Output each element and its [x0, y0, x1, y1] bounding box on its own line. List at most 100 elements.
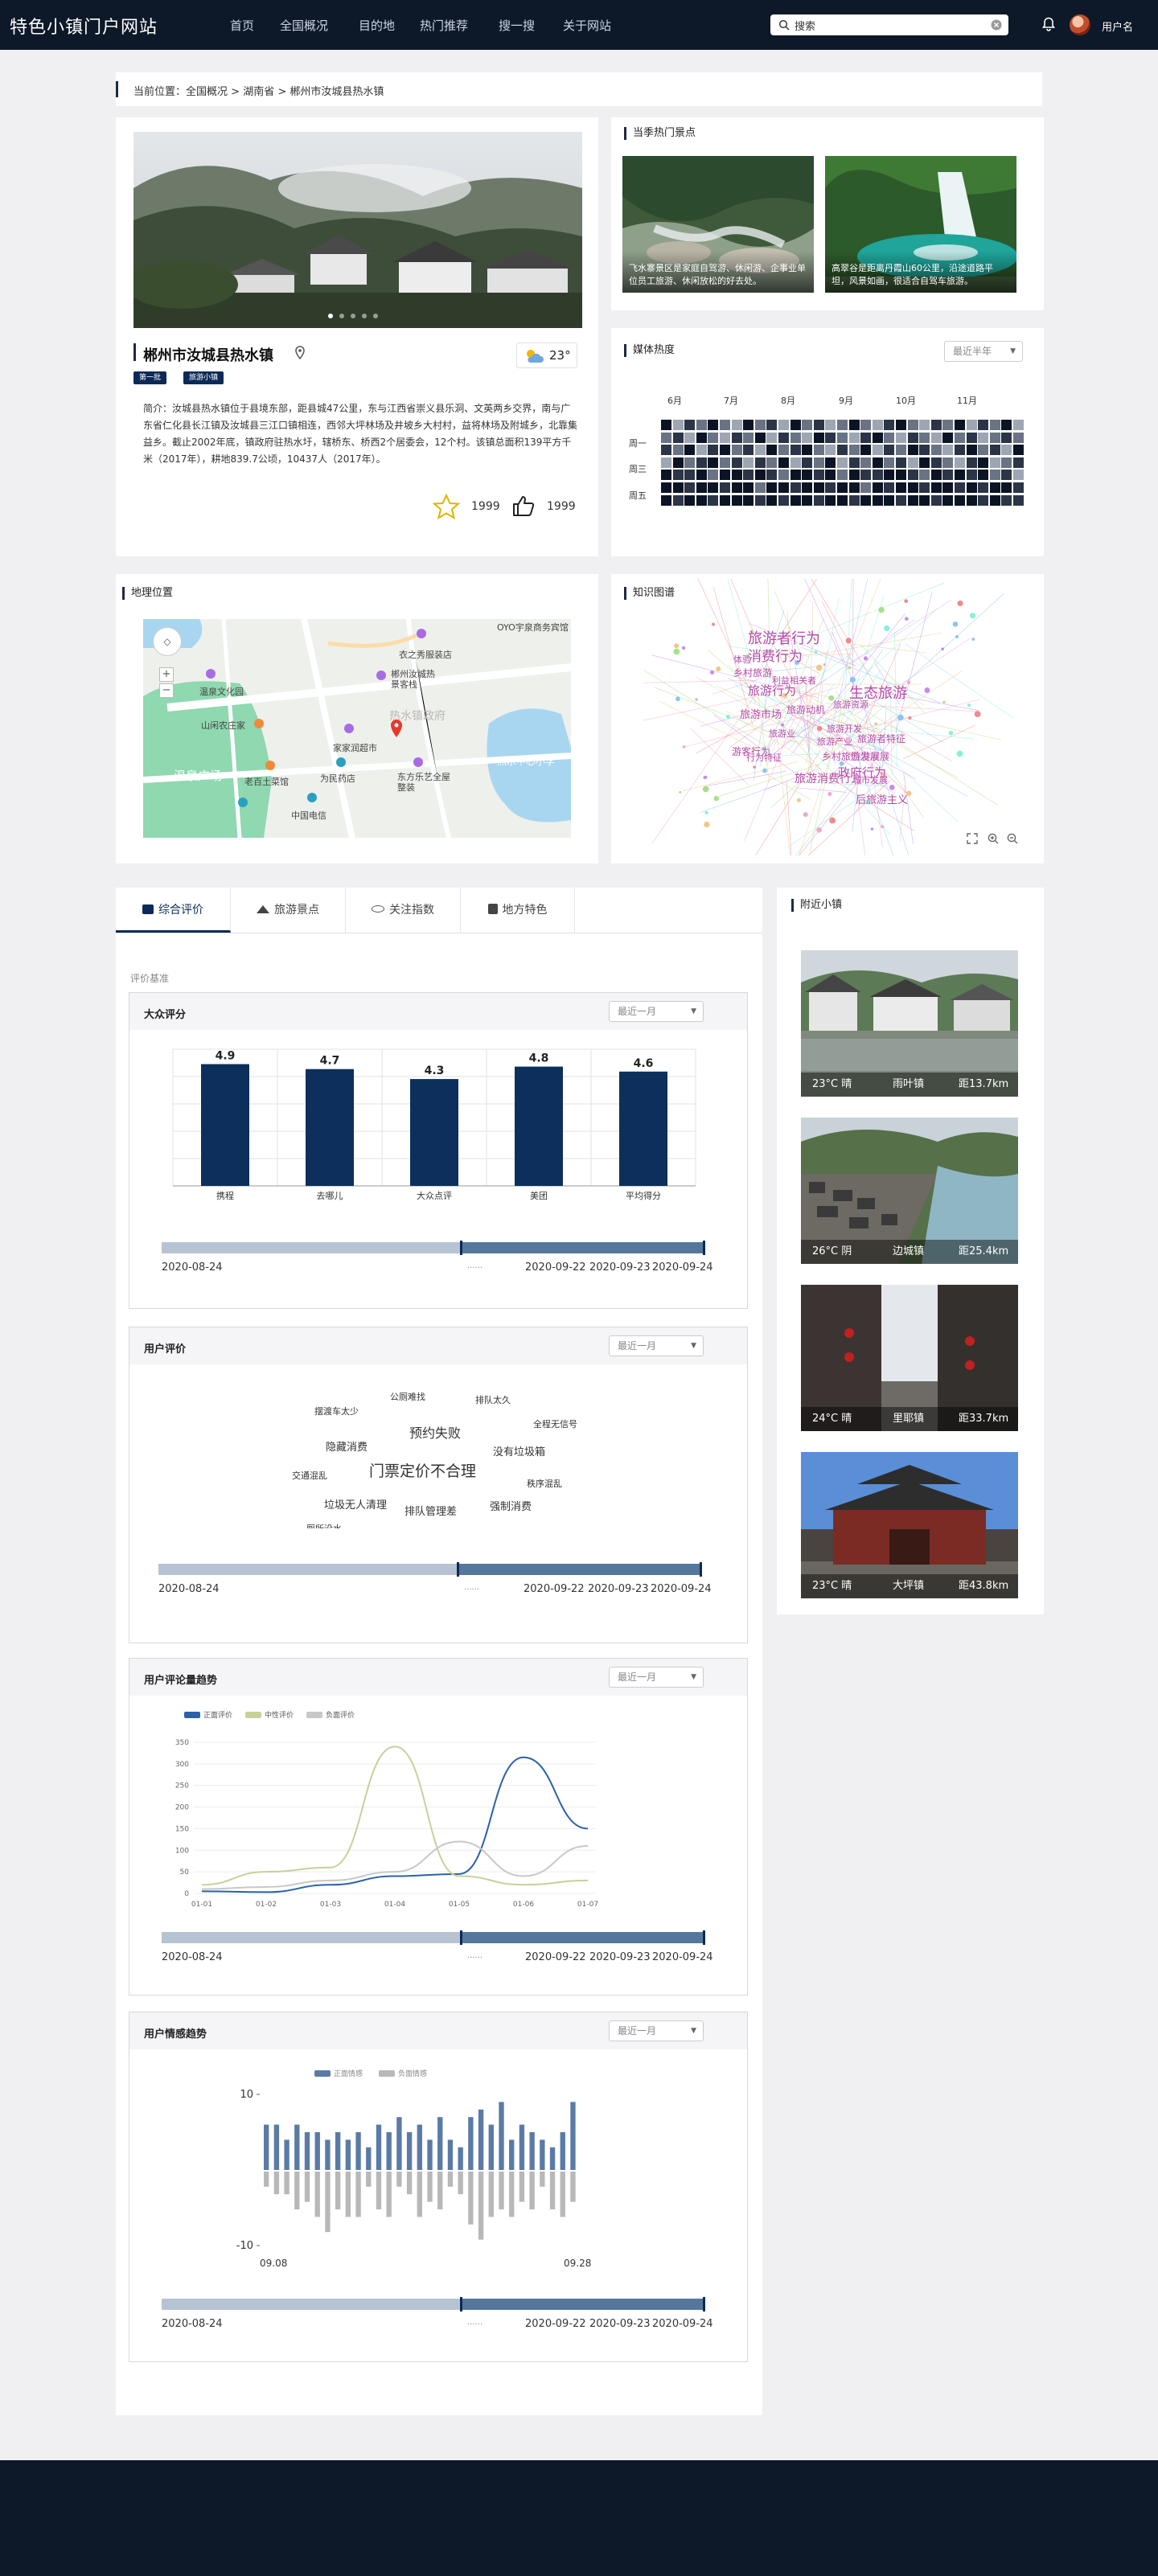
range-select[interactable]: 最近一月 ▼ — [609, 1335, 704, 1356]
tab-local[interactable]: 地方特色 — [461, 888, 575, 933]
heat-cell[interactable] — [661, 457, 671, 468]
heat-cell[interactable] — [696, 470, 707, 481]
heat-cell[interactable] — [978, 420, 989, 430]
hot-spot-card[interactable]: 高翠谷是距离丹霞山60公里，沿途道路平坦，风景如画，很适合自驾车旅游。 — [825, 156, 1016, 293]
user-name[interactable]: 用户名 — [1102, 18, 1133, 34]
heat-cell[interactable] — [708, 445, 719, 456]
word-cloud-term[interactable]: 隐藏消费 — [326, 1438, 368, 1454]
heat-cell[interactable] — [731, 420, 742, 430]
graph-term[interactable]: 利益相关者 — [772, 674, 816, 687]
heat-cell[interactable] — [778, 494, 789, 506]
heat-cell[interactable] — [848, 470, 860, 481]
breadcrumb-item[interactable]: 湖南省 — [243, 86, 274, 98]
slider-handle-left[interactable] — [459, 1930, 462, 1945]
heat-cell[interactable] — [1013, 445, 1024, 456]
heat-cell[interactable] — [966, 494, 977, 506]
heat-cell[interactable] — [813, 445, 824, 456]
heat-cell[interactable] — [884, 432, 895, 443]
heat-cell[interactable] — [790, 494, 801, 506]
heat-cell[interactable] — [896, 494, 906, 506]
word-cloud-term[interactable]: 排队管理差 — [404, 1503, 457, 1518]
heat-cell[interactable] — [872, 445, 883, 456]
graph-term[interactable]: 旅游者特征 — [857, 732, 905, 745]
heat-cell[interactable] — [884, 420, 895, 430]
heat-cell[interactable] — [872, 482, 883, 493]
range-select[interactable]: 最近一月 ▼ — [609, 2020, 704, 2041]
heat-cell[interactable] — [966, 457, 977, 468]
tab-overall[interactable]: 综合评价 — [116, 888, 231, 933]
heat-cell[interactable] — [955, 420, 965, 430]
heat-cell[interactable] — [860, 457, 872, 468]
heat-cell[interactable] — [754, 445, 766, 456]
heat-cell[interactable] — [661, 432, 671, 443]
nearby-town-card[interactable]: 24°C 晴 里耶镇 距33.7km — [801, 1285, 1018, 1431]
map-poi[interactable] — [307, 793, 317, 806]
carousel-dot[interactable] — [328, 314, 333, 318]
heat-cell[interactable] — [978, 457, 989, 468]
heat-cell[interactable] — [848, 482, 860, 493]
word-cloud-term[interactable]: 交通混乱 — [292, 1469, 327, 1482]
map-poi[interactable] — [238, 798, 248, 810]
time-slider[interactable] — [162, 1241, 705, 1255]
nav-about[interactable]: 关于网站 — [563, 17, 611, 34]
heat-cell[interactable] — [860, 445, 872, 456]
fullscreen-icon[interactable] — [967, 833, 978, 844]
heat-cell[interactable] — [766, 432, 778, 443]
heat-cell[interactable] — [955, 457, 965, 468]
heat-cell[interactable] — [1013, 432, 1024, 443]
tab-scenic[interactable]: 旅游景点 — [231, 888, 346, 933]
heat-cell[interactable] — [672, 432, 684, 443]
clear-icon[interactable] — [991, 19, 1002, 31]
heat-cell[interactable] — [1013, 494, 1024, 506]
heat-cell[interactable] — [731, 445, 742, 456]
graph-term[interactable]: 旅游市场 — [740, 706, 782, 721]
heat-cell[interactable] — [848, 494, 860, 506]
heat-cell[interactable] — [872, 432, 883, 443]
graph-term[interactable]: 城市发展 — [852, 773, 888, 786]
heat-cell[interactable] — [989, 420, 1000, 430]
nav-overview[interactable]: 全国概况 — [280, 17, 328, 34]
map-poi[interactable] — [376, 671, 386, 683]
heat-cell[interactable] — [884, 494, 895, 506]
heat-cell[interactable] — [978, 445, 989, 456]
heat-cell[interactable] — [942, 420, 954, 430]
heat-cell[interactable] — [661, 445, 671, 456]
heat-cell[interactable] — [978, 432, 989, 443]
heat-cell[interactable] — [813, 470, 824, 481]
heat-cell[interactable] — [790, 420, 801, 430]
graph-term[interactable]: 乡村旅游发展 — [822, 749, 880, 763]
heat-cell[interactable] — [766, 494, 778, 506]
heat-cell[interactable] — [896, 457, 906, 468]
heat-cell[interactable] — [696, 445, 707, 456]
heat-cell[interactable] — [930, 432, 942, 443]
heat-cell[interactable] — [860, 482, 872, 493]
heat-cell[interactable] — [754, 470, 766, 481]
heat-cell[interactable] — [919, 445, 930, 456]
heat-cell[interactable] — [743, 445, 754, 456]
heat-cell[interactable] — [720, 482, 730, 493]
heat-cell[interactable] — [743, 420, 754, 430]
heat-cell[interactable] — [672, 494, 684, 506]
heat-cell[interactable] — [907, 494, 918, 506]
heat-cell[interactable] — [684, 420, 696, 430]
nav-destination[interactable]: 目的地 — [359, 17, 395, 34]
heat-cell[interactable] — [661, 494, 671, 506]
heat-cell[interactable] — [825, 482, 836, 493]
zoom-in-icon[interactable] — [988, 833, 999, 844]
heat-cell[interactable] — [754, 432, 766, 443]
heat-cell[interactable] — [919, 457, 930, 468]
heat-cell[interactable] — [696, 482, 707, 493]
nearby-town-card[interactable]: 26°C 阴 边城镇 距25.4km — [801, 1118, 1018, 1264]
heat-cell[interactable] — [720, 445, 730, 456]
heat-cell[interactable] — [989, 445, 1000, 456]
slider-handle-right[interactable] — [703, 1930, 705, 1945]
heat-cell[interactable] — [672, 470, 684, 481]
thumbs-up-icon[interactable] — [511, 494, 536, 518]
avatar[interactable] — [1070, 14, 1090, 35]
heat-cell[interactable] — [942, 445, 954, 456]
heat-cell[interactable] — [684, 494, 696, 506]
heat-cell[interactable] — [684, 457, 696, 468]
heat-cell[interactable] — [754, 494, 766, 506]
heat-cell[interactable] — [766, 420, 778, 430]
heat-cell[interactable] — [989, 470, 1000, 481]
